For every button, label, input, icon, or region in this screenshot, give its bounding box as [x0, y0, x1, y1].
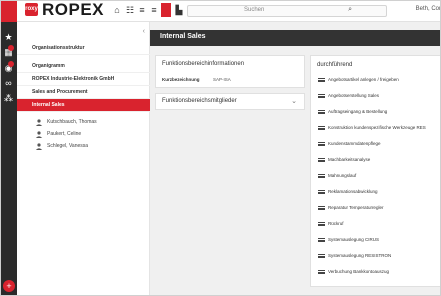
kurzbezeichnung-value: SAP-ISA: [213, 77, 231, 82]
add-button[interactable]: +: [3, 280, 15, 292]
task-list-icon: [318, 222, 325, 226]
task-item-label: Mahnungslauf: [328, 173, 357, 178]
task-list-icon: [318, 94, 325, 98]
info-card-title: Funktionsbereichinformationen: [162, 61, 245, 67]
task-list-icon: [318, 190, 325, 194]
task-item-label: Systemauslegung RESISTRON: [328, 253, 392, 258]
task-list-icon: [318, 158, 325, 162]
task-item[interactable]: Angebotserstellung Sales: [315, 91, 379, 101]
network-icon[interactable]: ⁂: [3, 93, 14, 104]
kurzbezeichnung-label: Kurzbezeichnung: [162, 77, 200, 82]
task-list-icon: [318, 270, 325, 274]
navigation-panel: ‹ Organisationsstruktur Organigramm ROPE…: [17, 22, 150, 296]
person-icon: [35, 119, 43, 126]
info-card: Funktionsbereichinformationen Kurzbezeic…: [155, 55, 305, 88]
person-item[interactable]: Schlegel, Vanessa: [17, 140, 150, 153]
nav-item-sales-procurement[interactable]: Sales and Procurement: [17, 86, 150, 99]
task-list-icon: [318, 254, 325, 258]
page-title: Internal Sales: [160, 33, 206, 40]
task-item-label: Kundenstammdatenpflege: [328, 141, 381, 146]
ropex-logo: ROPEX: [42, 0, 105, 19]
members-card-title: Funktionsbereichsmitglieder: [162, 98, 237, 104]
task-item-label: Auftragseingang & Bestellung: [328, 109, 388, 114]
task-item[interactable]: Systemauslegung CIRUS: [315, 235, 379, 245]
search-input[interactable]: Suchen ⌕: [187, 5, 387, 17]
search-placeholder: Suchen: [244, 7, 265, 13]
tasks-card-title: durchführend: [317, 62, 353, 68]
person-icon: [35, 131, 43, 138]
task-item[interactable]: Verbuchung Bankkontoauszug: [315, 267, 389, 277]
page-header: Internal Sales: [150, 30, 441, 46]
task-item[interactable]: Systemauslegung RESISTRON: [315, 251, 391, 261]
left-rail: ★ ▦ ◉ ∞ ⁂ +: [0, 0, 17, 296]
notification-badge: [8, 61, 14, 67]
task-item-label: Angebotsartikel anlegen / freigeben: [328, 77, 399, 82]
search-icon[interactable]: ⌕: [348, 6, 352, 14]
task-list-icon: [318, 142, 325, 146]
task-list-icon: [318, 110, 325, 114]
task-item-label: Reparatur Temperaturregler: [328, 205, 384, 210]
nav-item-organisationsstruktur[interactable]: Organisationsstruktur: [17, 42, 150, 55]
task-list-icon: [318, 174, 325, 178]
task-item-label: Rückruf: [328, 221, 344, 226]
list-icon[interactable]: ☷: [125, 5, 135, 15]
notification-badge: [8, 45, 14, 51]
task-item-label: Angebotserstellung Sales: [328, 93, 380, 98]
nav-item-internal-sales[interactable]: Internal Sales: [17, 99, 150, 112]
user-name[interactable]: Beth, Cor: [416, 6, 441, 12]
task-item-label: Konstruktion kundenspezifische Werkzeuge…: [328, 125, 426, 130]
task-list-icon: [318, 206, 325, 210]
task-item-label: Systemauslegung CIRUS: [328, 237, 380, 242]
main-content: Internal Sales Funktionsbereichinformati…: [150, 22, 441, 296]
task-item[interactable]: Kundenstammdatenpflege: [315, 139, 381, 149]
app-frame: ★ ▦ ◉ ∞ ⁂ + roxy ROPEX ⌂ ☷ ≡ ≡ ▙ Suchen …: [0, 0, 441, 296]
home-icon[interactable]: ⌂: [112, 5, 122, 15]
person-name: Kutschbauch, Thomas: [47, 119, 97, 125]
chevron-down-icon[interactable]: ⌄: [291, 97, 297, 105]
task-list-icon: [318, 126, 325, 130]
person-name: Schlegel, Vanessa: [47, 143, 89, 149]
tasks-card: durchführend Angebotsartikel anlegen / f…: [310, 55, 441, 287]
nav-item-ropex[interactable]: ROPEX Industrie-Elektronik GmbH: [17, 73, 150, 86]
task-item[interactable]: Konstruktion kundenspezifische Werkzeuge…: [315, 123, 426, 133]
star-icon[interactable]: ★: [3, 32, 14, 43]
logo-badge: roxy: [25, 3, 38, 16]
task-item-label: Verbuchung Bankkontoauszug: [328, 269, 390, 274]
person-icon: [35, 143, 43, 150]
task-item[interactable]: Machbarkeitsanalyse: [315, 155, 370, 165]
task-item[interactable]: Mahnungslauf: [315, 171, 356, 181]
menu-icon[interactable]: ≡: [137, 5, 147, 15]
task-item-label: Machbarkeitsanalyse: [328, 157, 371, 162]
task-item[interactable]: Reklamationsabwicklung: [315, 187, 378, 197]
org-icon[interactable]: [161, 3, 171, 17]
task-item[interactable]: Reparatur Temperaturregler: [315, 203, 383, 213]
task-item[interactable]: Angebotsartikel anlegen / freigeben: [315, 75, 399, 85]
menu-icon[interactable]: ≡: [149, 5, 159, 15]
task-item[interactable]: Auftragseingang & Bestellung: [315, 107, 387, 117]
rail-logo-area: [0, 0, 17, 22]
members-card[interactable]: Funktionsbereichsmitglieder ⌄: [155, 93, 305, 110]
collapse-icon[interactable]: ‹: [143, 28, 145, 35]
infinity-icon[interactable]: ∞: [3, 78, 14, 89]
nav-item-organigramm[interactable]: Organigramm: [17, 60, 150, 73]
person-name: Paukert, Celine: [47, 131, 82, 137]
task-item[interactable]: Rückruf: [315, 219, 344, 229]
task-item-label: Reklamationsabwicklung: [328, 189, 378, 194]
top-bar: roxy ROPEX ⌂ ☷ ≡ ≡ ▙ Suchen ⌕ Beth, Cor: [17, 0, 441, 22]
task-list-icon: [318, 78, 325, 82]
chart-icon[interactable]: ▙: [174, 5, 184, 15]
task-list-icon: [318, 238, 325, 242]
